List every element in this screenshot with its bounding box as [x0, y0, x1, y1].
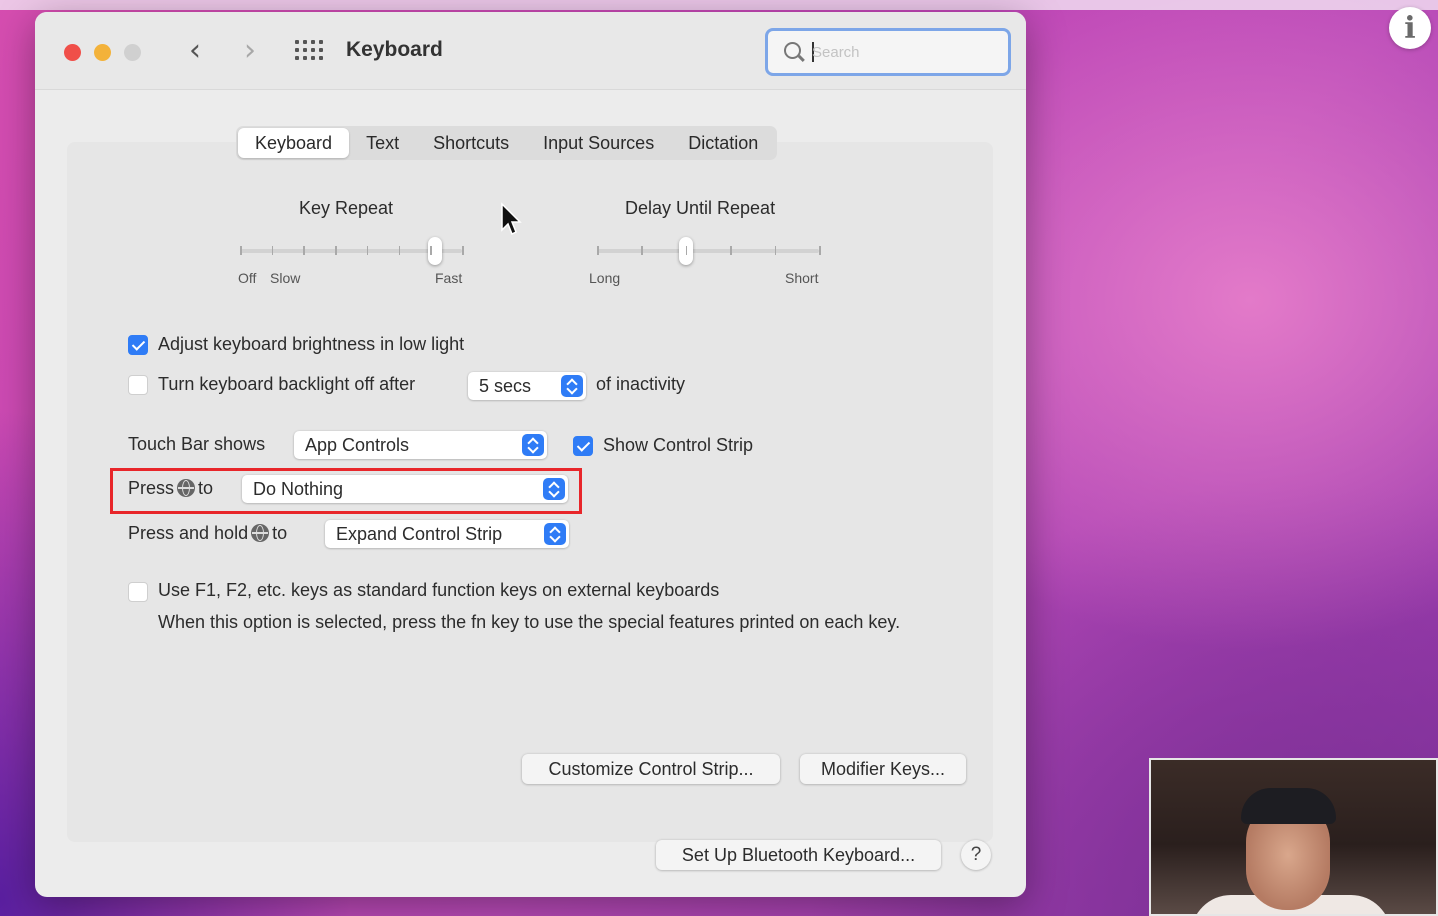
press-hold-globe-value: Expand Control Strip [336, 524, 503, 544]
press-hold-globe-popup[interactable]: Expand Control Strip [325, 520, 569, 548]
tab-keyboard[interactable]: Keyboard [238, 128, 350, 158]
tab-shortcuts[interactable]: Shortcuts [416, 128, 526, 158]
popup-stepper-icon [543, 478, 565, 500]
show-control-strip-checkbox[interactable] [573, 436, 593, 456]
search-field[interactable] [765, 28, 1011, 76]
inactivity-label: of inactivity [596, 374, 686, 394]
search-input[interactable] [812, 39, 992, 65]
minimize-window-button[interactable] [94, 44, 111, 61]
mouse-pointer-icon [501, 202, 522, 236]
slider-tick [398, 246, 401, 255]
slider-tick [462, 246, 464, 255]
presenter-cap [1241, 788, 1336, 824]
key-repeat-off-label: Off [238, 270, 257, 286]
slider-tick [730, 246, 732, 255]
backlight-checkbox[interactable] [128, 375, 148, 395]
key-repeat-label: Key Repeat [299, 198, 394, 218]
slider-tick [240, 246, 242, 255]
tab-bar: Keyboard Text Shortcuts Input Sources Di… [236, 126, 778, 160]
slider-tick [335, 246, 337, 255]
delay-short-label: Short [785, 270, 819, 286]
touch-bar-popup[interactable]: App Controls [294, 431, 547, 459]
slider-tick [774, 246, 777, 255]
key-repeat-fast-label: Fast [435, 270, 463, 286]
bluetooth-keyboard-button[interactable]: Set Up Bluetooth Keyboard... [656, 840, 941, 870]
press-globe-popup[interactable]: Do Nothing [242, 475, 568, 503]
slider-tick [430, 246, 432, 255]
delay-long-label: Long [589, 270, 621, 286]
touch-bar-label: Touch Bar shows [128, 434, 266, 454]
touch-bar-value: App Controls [305, 435, 410, 455]
info-icon[interactable]: i [1389, 7, 1431, 49]
brightness-label: Adjust keyboard brightness in low light [158, 334, 465, 354]
help-button[interactable]: ? [961, 840, 991, 870]
press-globe-label: Press to [128, 478, 213, 499]
slider-tick [641, 246, 643, 255]
function-keys-label: Use F1, F2, etc. keys as standard functi… [158, 580, 720, 600]
function-keys-checkbox[interactable] [128, 582, 148, 602]
tab-text[interactable]: Text [349, 128, 416, 158]
slider-tick [819, 246, 821, 255]
modifier-keys-button[interactable]: Modifier Keys... [800, 754, 966, 784]
press-globe-suffix: to [198, 478, 214, 498]
title-bar: ‹ › Keyboard [35, 12, 1026, 90]
press-globe-prefix: Press [128, 478, 175, 498]
search-icon [784, 42, 801, 59]
popup-stepper-icon [544, 523, 566, 545]
press-hold-prefix: Press and hold [128, 523, 249, 543]
customize-control-strip-button[interactable]: Customize Control Strip... [522, 754, 780, 784]
key-repeat-slow-label: Slow [270, 270, 301, 286]
delay-until-repeat-label: Delay Until Repeat [625, 198, 776, 218]
press-hold-globe-label: Press and hold to [128, 523, 287, 544]
forward-chevron-icon[interactable]: › [233, 34, 267, 68]
brightness-checkbox[interactable] [128, 335, 148, 355]
webcam-overlay [1149, 758, 1438, 916]
show-all-grid-icon[interactable] [295, 40, 325, 62]
press-hold-suffix: to [272, 523, 288, 543]
backlight-duration-popup[interactable]: 5 secs [468, 372, 586, 400]
backlight-duration-value: 5 secs [479, 376, 532, 396]
slider-tick [366, 246, 369, 255]
system-preferences-window: ‹ › Keyboard Keyboard Text Shortcuts Inp… [35, 12, 1026, 897]
slider-tick [303, 246, 305, 255]
close-window-button[interactable] [64, 44, 81, 61]
window-title: Keyboard [346, 38, 443, 61]
globe-icon [251, 524, 270, 542]
delay-until-repeat-slider[interactable] [597, 249, 819, 253]
slider-tick [271, 246, 274, 255]
popup-stepper-icon [522, 434, 544, 456]
back-chevron-icon[interactable]: ‹ [178, 34, 212, 68]
tab-input-sources[interactable]: Input Sources [526, 128, 671, 158]
function-keys-description: When this option is selected, press the … [158, 612, 901, 632]
backlight-label: Turn keyboard backlight off after [158, 374, 416, 394]
tab-dictation[interactable]: Dictation [671, 128, 775, 158]
globe-icon [177, 479, 196, 497]
slider-tick [685, 246, 688, 255]
popup-stepper-icon [561, 375, 583, 397]
press-globe-value: Do Nothing [253, 479, 344, 499]
menu-bar [0, 0, 1438, 10]
show-control-strip-label: Show Control Strip [603, 435, 754, 455]
slider-tick [597, 246, 599, 255]
zoom-window-button[interactable] [124, 44, 141, 61]
